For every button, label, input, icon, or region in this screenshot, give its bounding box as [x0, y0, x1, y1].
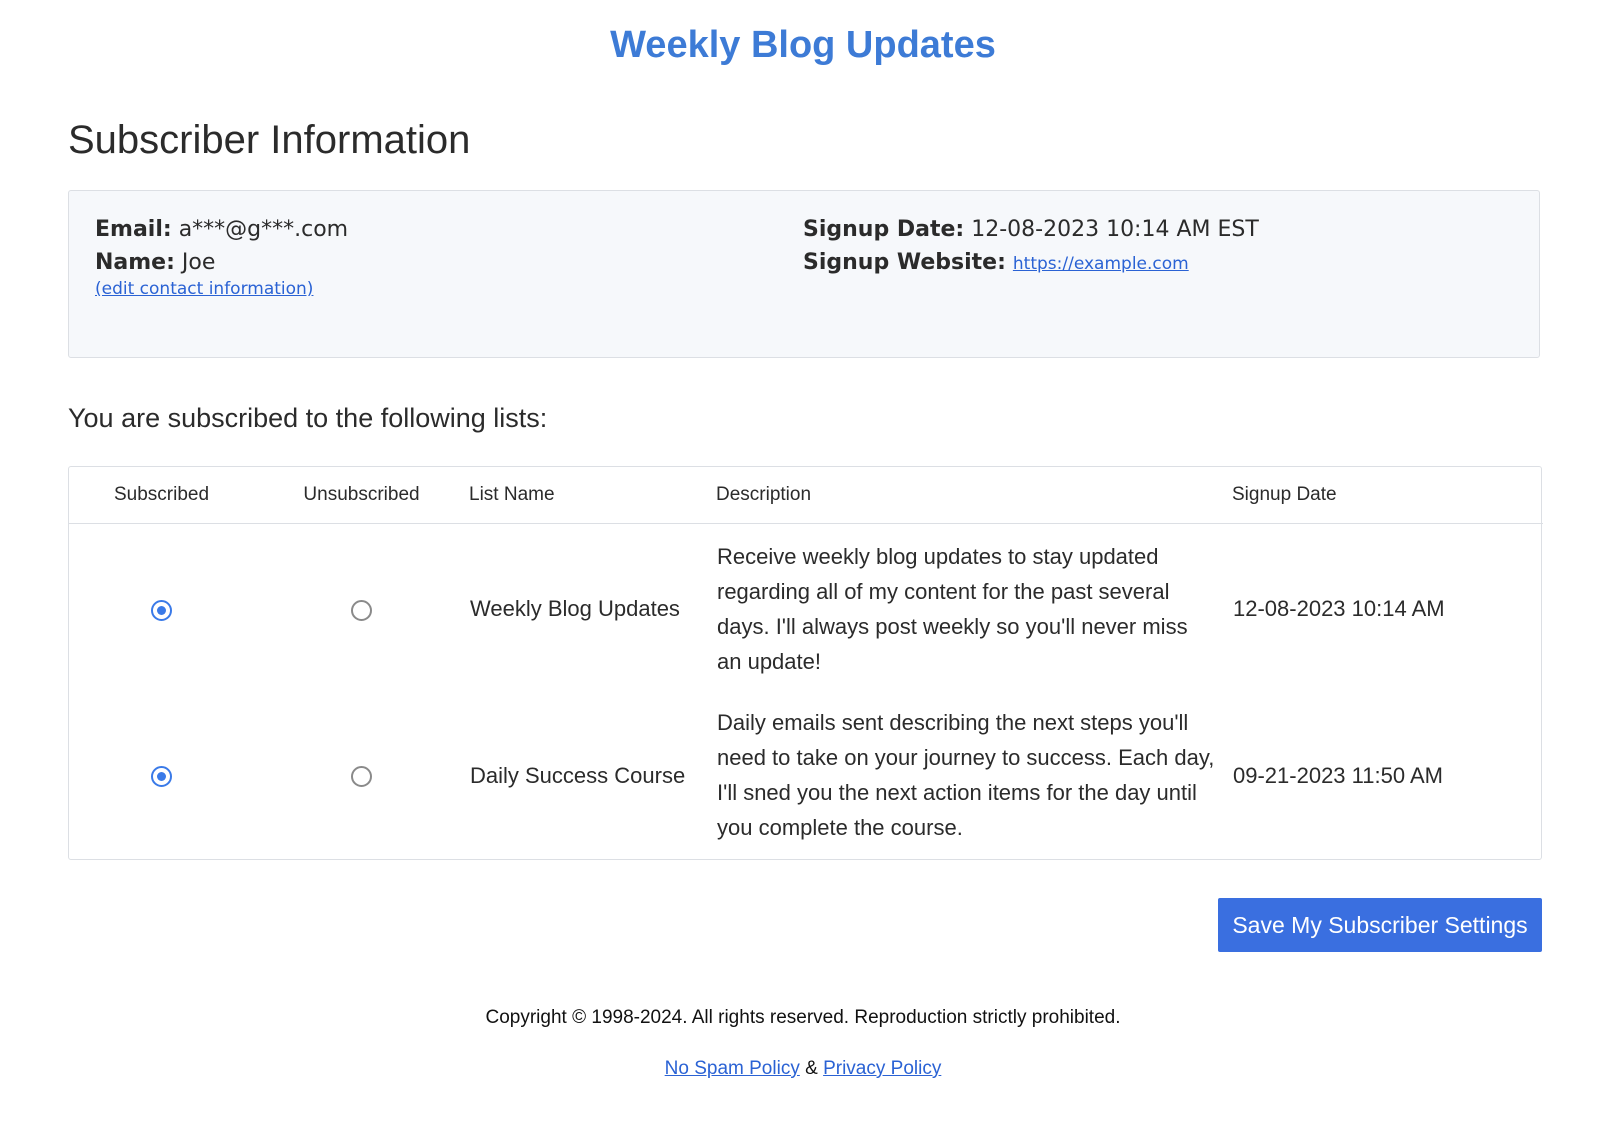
table-header-row: Subscribed Unsubscribed List Name Descri… — [69, 467, 1543, 524]
page: Weekly Blog Updates Subscriber Informati… — [0, 0, 1606, 1124]
table-row: Daily Success Course Daily emails sent d… — [69, 691, 1543, 859]
no-spam-policy-link[interactable]: No Spam Policy — [665, 1058, 800, 1079]
column-header-unsubscribed: Unsubscribed — [254, 467, 469, 524]
column-header-description: Description — [716, 467, 1232, 524]
subscribed-radio-weekly-blog[interactable] — [151, 599, 172, 621]
name-row: Name: Joe — [95, 246, 348, 279]
email-value: a***@g***.com — [178, 217, 349, 242]
subscription-table: Subscribed Unsubscribed List Name Descri… — [68, 466, 1543, 860]
name-label: Name: — [95, 250, 175, 275]
signup-date-row: Signup Date: 12-08-2023 10:14 AM EST — [803, 213, 1259, 246]
column-header-signup-date: Signup Date — [1232, 467, 1543, 524]
save-settings-button[interactable]: Save My Subscriber Settings — [1218, 898, 1542, 952]
subscribed-cell — [69, 523, 254, 691]
edit-contact-info-link[interactable]: (edit contact information) — [95, 277, 348, 301]
list-name-cell: Weekly Blog Updates — [470, 596, 680, 622]
unsubscribed-radio-daily-success[interactable] — [351, 766, 372, 788]
site-title: Weekly Blog Updates — [610, 24, 996, 66]
signup-date-value: 12-08-2023 10:14 AM EST — [971, 217, 1259, 242]
signup-website-label: Signup Website: — [803, 250, 1006, 275]
name-value: Joe — [181, 250, 216, 275]
subscribed-radio-daily-success[interactable] — [151, 766, 172, 788]
table-row: Weekly Blog Updates Receive weekly blog … — [69, 523, 1543, 691]
signup-date-cell: 09-21-2023 11:50 AM — [1233, 762, 1443, 788]
email-row: Email: a***@g***.com — [95, 213, 348, 246]
footer-links: No Spam Policy & Privacy Policy — [0, 1056, 1606, 1082]
lists-heading: You are subscribed to the following list… — [68, 403, 548, 433]
info-column-left: Email: a***@g***.com Name: Joe (edit con… — [95, 213, 348, 301]
description-cell: Receive weekly blog updates to stay upda… — [717, 543, 1188, 674]
info-column-right: Signup Date: 12-08-2023 10:14 AM EST Sig… — [803, 213, 1259, 281]
footer-separator: & — [805, 1058, 818, 1079]
subscribed-cell — [69, 691, 254, 859]
column-header-subscribed: Subscribed — [69, 467, 254, 524]
column-header-list-name: List Name — [469, 467, 716, 524]
subscription-table-grid: Subscribed Unsubscribed List Name Descri… — [69, 467, 1543, 859]
signup-date-label: Signup Date: — [803, 217, 965, 242]
subscriber-info-heading: Subscriber Information — [68, 118, 471, 162]
signup-date-cell: 12-08-2023 10:14 AM — [1233, 596, 1445, 622]
list-name-cell: Daily Success Course — [470, 762, 686, 788]
signup-website-row: Signup Website: https://example.com — [803, 246, 1259, 281]
unsubscribed-cell — [254, 523, 469, 691]
copyright-text: Copyright © 1998-2024. All rights reserv… — [485, 1007, 1121, 1028]
email-label: Email: — [95, 217, 172, 242]
signup-website-link[interactable]: https://example.com — [1013, 254, 1189, 274]
subscriber-info-box: Email: a***@g***.com Name: Joe (edit con… — [68, 190, 1540, 358]
description-cell: Daily emails sent describing the next st… — [717, 710, 1215, 840]
privacy-policy-link[interactable]: Privacy Policy — [823, 1058, 941, 1079]
unsubscribed-radio-weekly-blog[interactable] — [351, 599, 372, 621]
unsubscribed-cell — [254, 691, 469, 859]
